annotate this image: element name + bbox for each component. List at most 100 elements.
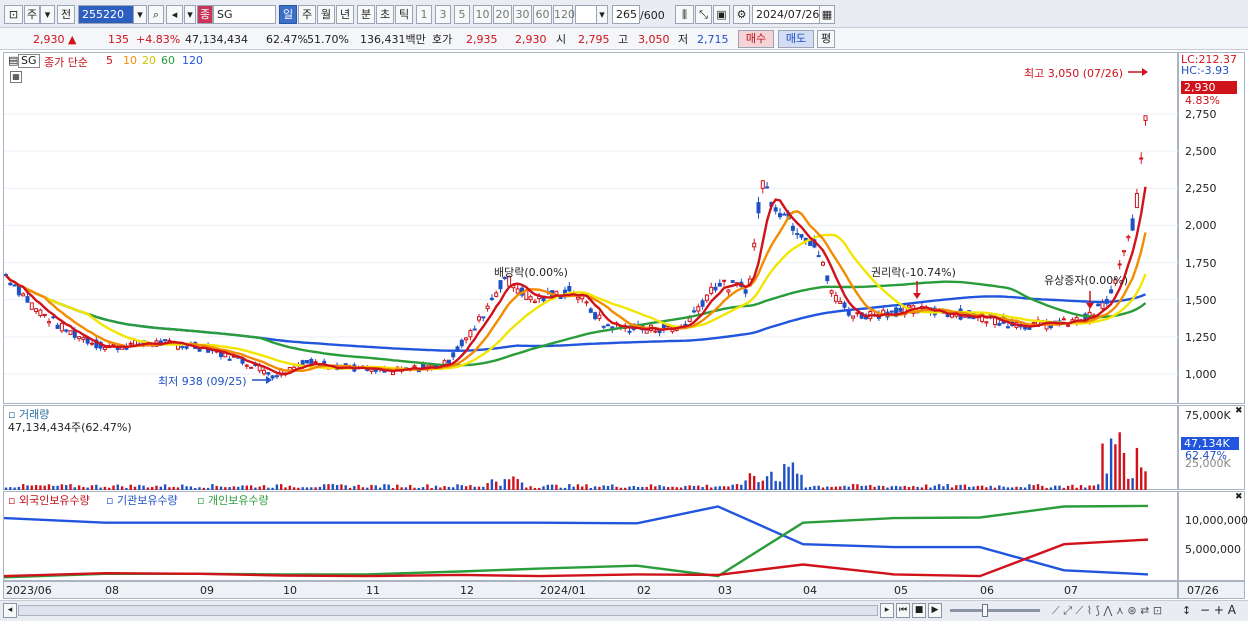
volume-bar <box>516 479 519 490</box>
period-select[interactable]: 주 <box>24 5 40 24</box>
candle-body <box>743 289 748 294</box>
interval-120[interactable]: 120 <box>553 5 575 24</box>
tab-month[interactable]: 월 <box>317 5 335 24</box>
bottom-scrollbar[interactable]: ◂ ▸ ⏮ ■ ▶ ⟋ ⤢ ⟋ ⌇ ⟆ ⋀ ⋏ ⊛ ⇄ ⊡ − + A ↕ <box>0 600 1248 621</box>
holding-pane[interactable]: ▫ 외국인보유수량 ▫ 기관보유수량 ▫ 개인보유수량 <box>3 491 1178 581</box>
volume-pane[interactable]: ▫ 거래량 47,134,434주(62.47%) <box>3 405 1178 490</box>
eval-button[interactable]: 평 <box>817 30 835 48</box>
stock-code-input[interactable]: 255220 <box>78 5 134 24</box>
stock-name-field[interactable]: SG <box>213 5 276 24</box>
volume-canvas[interactable] <box>4 406 1179 491</box>
y-tick: 2,250 <box>1185 182 1217 195</box>
scroll-left-icon[interactable]: ◂ <box>3 603 17 618</box>
scroll-track[interactable] <box>18 605 878 616</box>
interval-10[interactable]: 10 <box>473 5 492 24</box>
volume-bar <box>22 484 25 490</box>
volume-bar <box>146 487 150 490</box>
volume-bar <box>555 484 558 490</box>
close-pane-icon[interactable]: ✖ <box>1235 406 1243 416</box>
volume-bar <box>366 487 369 490</box>
candle-body <box>305 360 309 364</box>
tab-year[interactable]: 년 <box>336 5 354 24</box>
tab-second[interactable]: 초 <box>376 5 394 24</box>
candle-body <box>472 328 477 331</box>
drawing-tools-icons[interactable]: ⟋ ⤢ ⟋ ⌇ ⟆ ⋀ ⋏ ⊛ ⇄ ⊡ <box>1052 604 1162 618</box>
volume-bar <box>1066 485 1070 490</box>
buy-button[interactable]: 매수 <box>738 30 774 48</box>
interval-3[interactable]: 3 <box>435 5 451 24</box>
zoom-slider[interactable] <box>950 609 1040 612</box>
zoom-controls-icons[interactable]: − + A <box>1200 603 1236 617</box>
candle-body <box>1031 322 1036 325</box>
close-pane-icon[interactable]: ✖ <box>1235 492 1243 502</box>
search-icon[interactable]: ⌕ <box>148 5 164 24</box>
prev-button[interactable]: 전 <box>57 5 75 24</box>
play-icon[interactable]: ▶ <box>928 603 942 618</box>
volume-bar <box>830 486 833 490</box>
volume-bar <box>90 485 94 490</box>
interval-1[interactable]: 1 <box>416 5 432 24</box>
period-dropdown-icon[interactable]: ▾ <box>40 5 55 24</box>
count-input[interactable]: 265 <box>612 5 640 24</box>
interval-30[interactable]: 30 <box>513 5 532 24</box>
stock-tag: SG <box>18 54 40 68</box>
pause-icon[interactable]: ■ <box>912 603 926 618</box>
grid-toggle-icon[interactable]: ▦ <box>10 71 22 83</box>
gear-icon[interactable]: ⚙ <box>733 5 750 24</box>
volume-bar <box>688 485 691 490</box>
scroll-right-icon[interactable]: ▸ <box>880 603 894 618</box>
x-tick: 08 <box>105 584 119 597</box>
volume-bar <box>374 485 377 490</box>
interval-60[interactable]: 60 <box>533 5 552 24</box>
volume-bar <box>495 481 498 490</box>
code-dropdown-icon[interactable]: ▾ <box>133 5 147 24</box>
volume-bar <box>1109 438 1113 490</box>
price-chart-canvas[interactable] <box>4 53 1179 405</box>
candle-body <box>446 359 451 364</box>
menu-icon[interactable]: ▤ <box>8 54 18 67</box>
save-icon[interactable]: ▣ <box>713 5 730 24</box>
interval-5[interactable]: 5 <box>454 5 470 24</box>
volume-bar <box>869 484 872 490</box>
volume-bar <box>916 486 919 490</box>
candle-icon[interactable]: ⫼ <box>675 5 694 24</box>
volume-bar <box>598 486 601 490</box>
speaker-dropdown-icon[interactable]: ▾ <box>184 5 196 24</box>
volume-axis[interactable]: 75,000K 47,134K 62.47% 25,000K ✖ <box>1178 405 1245 490</box>
interval-dropdown-icon[interactable]: ▾ <box>596 5 608 24</box>
volume-bar <box>959 484 962 490</box>
volume-bar <box>77 485 81 490</box>
tab-minute[interactable]: 분 <box>357 5 375 24</box>
window-icon[interactable]: ⊡ <box>4 5 23 24</box>
holding-axis[interactable]: 10,000,000 5,000,000 ✖ <box>1178 491 1248 581</box>
rewind-icon[interactable]: ⏮ <box>896 603 910 618</box>
volume-bar <box>151 486 154 490</box>
cursor-icon[interactable]: ↕ <box>1182 604 1191 617</box>
volume-bar <box>353 486 356 490</box>
candle-body <box>163 339 168 342</box>
custom-interval-input[interactable] <box>575 5 597 24</box>
tab-week[interactable]: 주 <box>298 5 316 24</box>
candle-body <box>77 336 82 340</box>
volume-bar <box>645 486 648 490</box>
volume-bar <box>185 486 188 490</box>
interval-20[interactable]: 20 <box>493 5 512 24</box>
holding-canvas[interactable] <box>4 492 1179 582</box>
price-chart-pane[interactable]: ▤ SG 종가 단순 5 10 20 60 120 ▦ 최고 3,050 (07… <box>3 52 1179 405</box>
date-input[interactable]: 2024/07/26 <box>752 5 820 24</box>
candle-body <box>1134 192 1139 209</box>
tab-tick[interactable]: 틱 <box>395 5 413 24</box>
zoom-slider-thumb[interactable] <box>982 604 988 617</box>
price-axis[interactable]: LC:212.37 HC:-3.93 2,930 4.83% 2,750 2,5… <box>1178 52 1245 404</box>
volume-bar <box>1023 487 1027 490</box>
sell-button[interactable]: 매도 <box>778 30 814 48</box>
candle-body <box>821 261 825 266</box>
volume-bar <box>387 484 390 490</box>
volume-bar <box>219 486 223 490</box>
draw-icon[interactable]: ⤡ <box>695 5 712 24</box>
tab-day[interactable]: 일 <box>279 5 297 24</box>
calendar-icon[interactable]: ▦ <box>819 5 835 24</box>
volume-bar <box>1006 487 1010 490</box>
speaker-icon[interactable]: ◂ <box>166 5 183 24</box>
legend-ma20: 20 <box>142 54 156 67</box>
